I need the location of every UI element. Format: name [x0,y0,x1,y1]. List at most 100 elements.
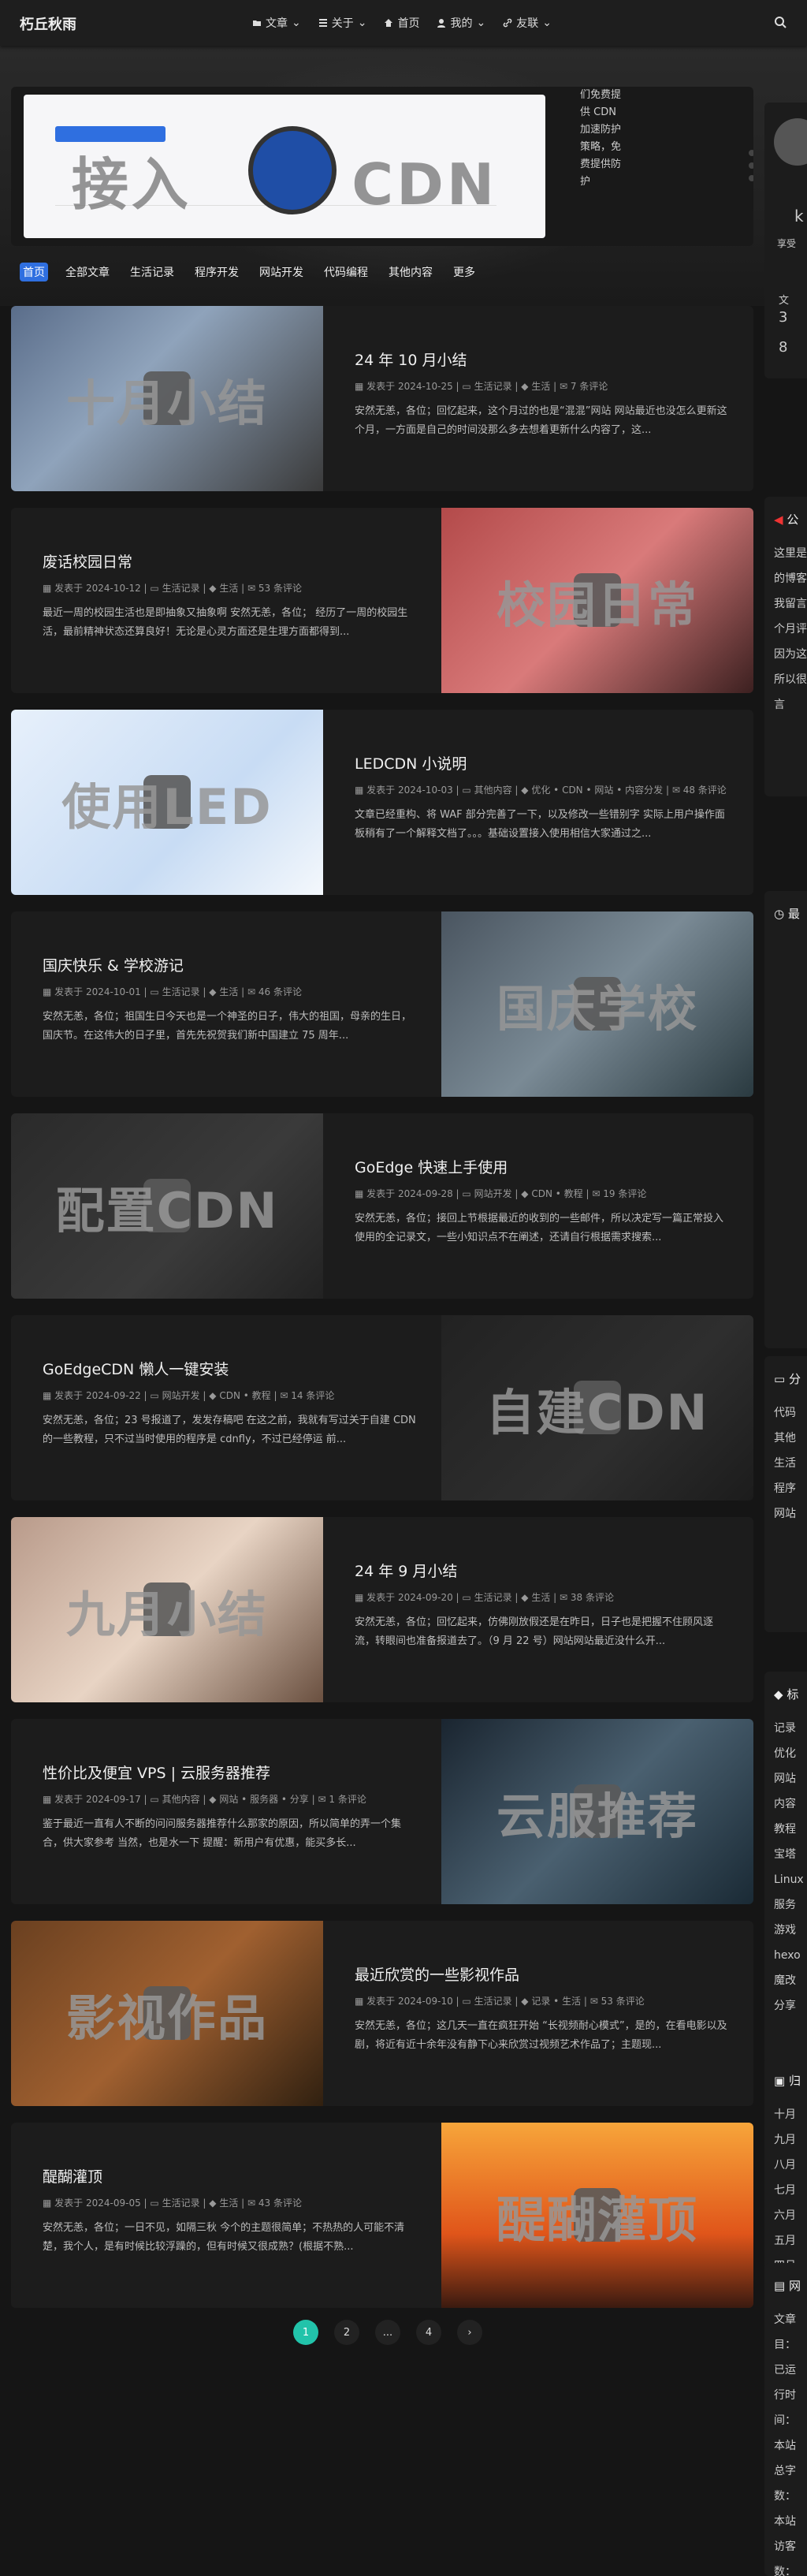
post-card[interactable]: 醍醐灌顶 醍醐灌顶 ▦ 发表于 2024-09-05 | ▭ 生活记录 | ◆ 生活… [11,2123,753,2308]
featured-banner[interactable]: 接入 CDN 们免费提供 CDN 加速防护策略，免费提供防护 [11,87,753,246]
post-tag[interactable]: 教程 [252,1390,271,1401]
post-tag[interactable]: CDN [219,1390,240,1401]
post-title[interactable]: GoEdge 快速上手使用 [355,1156,508,1177]
tag-item[interactable]: 优化 [764,1741,804,1766]
tab-web-dev[interactable]: 网站开发 [256,263,307,281]
post-tag[interactable]: 网站 [219,1794,238,1805]
category-item[interactable]: 代码 [764,1400,796,1426]
nav-item-mine[interactable]: 我的 ⌄ [437,15,485,31]
post-title[interactable]: LEDCDN 小说明 [355,752,467,774]
post-comments[interactable]: 53 条评论 [601,1996,645,2007]
post-title[interactable]: 24 年 10 月小结 [355,349,467,370]
post-category[interactable]: 生活记录 [162,986,200,997]
post-category[interactable]: 生活记录 [162,583,200,594]
post-tag[interactable]: 内容分发 [625,785,663,796]
post-title[interactable]: 性价比及便宜 VPS | 云服务器推荐 [43,1761,270,1783]
banner-dot[interactable] [749,150,753,156]
post-tag[interactable]: 生活 [219,986,238,997]
tag-item[interactable]: 分享 [764,1993,804,2019]
post-card[interactable]: 使用LED LEDCDN 小说明 ▦ 发表于 2024-10-03 | ▭ 其他内容… [11,710,753,895]
post-tag[interactable]: 生活 [219,2198,238,2209]
post-thumbnail[interactable]: 九月小结 [11,1517,323,1702]
tag-item[interactable]: 游戏 [764,1918,804,1943]
page-4[interactable]: 4 [416,2320,441,2345]
post-card[interactable]: 九月小结 24 年 9 月小结 ▦ 发表于 2024-09-20 | ▭ 生活记录 … [11,1517,753,1702]
post-tag[interactable]: 生活 [531,1592,550,1603]
post-card[interactable]: 配置CDN GoEdge 快速上手使用 ▦ 发表于 2024-09-28 | ▭ 网… [11,1113,753,1299]
category-item[interactable]: 其他 [764,1426,796,1451]
archive-item[interactable]: 六月 [764,2203,796,2228]
tag-item[interactable]: 宝塔 [764,1842,804,1867]
tab-coding[interactable]: 代码编程 [321,263,371,281]
post-card[interactable]: 校园日常 废话校园日常 ▦ 发表于 2024-10-12 | ▭ 生活记录 | ◆ … [11,508,753,693]
post-comments[interactable]: 19 条评论 [603,1188,646,1199]
post-thumbnail[interactable]: 使用LED [11,710,323,895]
tab-other[interactable]: 其他内容 [385,263,436,281]
post-thumbnail[interactable]: 国庆学校 [441,911,753,1097]
tab-home[interactable]: 首页 [20,263,48,281]
archive-item[interactable]: 七月 [764,2178,796,2203]
post-thumbnail[interactable]: 醍醐灌顶 [441,2123,753,2308]
post-comments[interactable]: 46 条评论 [258,986,302,997]
tag-item[interactable]: 魔改 [764,1968,804,1993]
post-category[interactable]: 生活记录 [162,2198,200,2209]
post-thumbnail[interactable]: 十月小结 [11,306,323,491]
search-icon[interactable] [774,16,787,28]
tag-item[interactable]: 服务 [764,1892,804,1918]
post-category[interactable]: 网站开发 [162,1390,200,1401]
post-card[interactable]: 国庆学校 国庆快乐 & 学校游记 ▦ 发表于 2024-10-01 | ▭ 生活记录… [11,911,753,1097]
archive-item[interactable]: 五月 [764,2228,796,2254]
post-card[interactable]: 自建CDN GoEdgeCDN 懒人一键安装 ▦ 发表于 2024-09-22 | … [11,1315,753,1500]
post-title[interactable]: 24 年 9 月小结 [355,1560,457,1581]
nav-item-home[interactable]: 首页 [384,15,419,31]
post-thumbnail[interactable]: 配置CDN [11,1113,323,1299]
tag-item[interactable]: hexo [764,1943,804,1968]
post-comments[interactable]: 14 条评论 [291,1390,334,1401]
post-thumbnail[interactable]: 自建CDN [441,1315,753,1500]
post-tag[interactable]: 服务器 [250,1794,278,1805]
banner-dot[interactable] [749,175,753,181]
post-tag[interactable]: 教程 [564,1188,583,1199]
post-category[interactable]: 其他内容 [162,1794,200,1805]
post-thumbnail[interactable]: 校园日常 [441,508,753,693]
post-card[interactable]: 影视作品 最近欣赏的一些影视作品 ▦ 发表于 2024-09-10 | ▭ 生活记录… [11,1921,753,2106]
post-category[interactable]: 其他内容 [474,785,512,796]
post-tag[interactable]: 生活 [219,583,238,594]
post-title[interactable]: GoEdgeCDN 懒人一键安装 [43,1358,229,1379]
nav-item-articles[interactable]: 文章 ⌄ [252,15,301,31]
archive-item[interactable]: 九月 [764,2127,796,2153]
site-brand[interactable]: 朽丘秋雨 [20,13,76,34]
archive-item[interactable]: 十月 [764,2102,796,2127]
banner-dot[interactable] [749,162,753,169]
post-comments[interactable]: 53 条评论 [258,583,302,594]
post-tag[interactable]: CDN [562,785,583,796]
tag-item[interactable]: Linux [764,1867,804,1892]
post-category[interactable]: 生活记录 [474,1592,512,1603]
tab-more[interactable]: 更多 [450,263,478,281]
post-category[interactable]: 生活记录 [474,1996,512,2007]
post-card[interactable]: 十月小结 24 年 10 月小结 ▦ 发表于 2024-10-25 | ▭ 生活记录… [11,306,753,491]
post-card[interactable]: 云服推荐 性价比及便宜 VPS | 云服务器推荐 ▦ 发表于 2024-09-17 … [11,1719,753,1904]
post-comments[interactable]: 38 条评论 [571,1592,614,1603]
post-thumbnail[interactable]: 影视作品 [11,1921,323,2106]
avatar[interactable] [774,118,807,166]
post-comments[interactable]: 48 条评论 [683,785,727,796]
category-item[interactable]: 网站 [764,1501,796,1527]
post-tag[interactable]: 生活 [562,1996,581,2007]
tab-life[interactable]: 生活记录 [127,263,177,281]
nav-item-friends[interactable]: 友联 ⌄ [503,15,552,31]
post-category[interactable]: 生活记录 [474,381,512,392]
tag-item[interactable]: 内容 [764,1791,804,1817]
post-category[interactable]: 网站开发 [474,1188,512,1199]
category-item[interactable]: 生活 [764,1451,796,1476]
tab-programming[interactable]: 程序开发 [192,263,242,281]
next-page-button[interactable]: › [457,2320,482,2345]
post-tag[interactable]: 优化 [531,785,550,796]
banner-pagination[interactable] [749,150,753,188]
archive-item[interactable]: 八月 [764,2153,796,2178]
post-tag[interactable]: CDN [531,1188,552,1199]
tag-item[interactable]: 记录 [764,1716,804,1741]
post-title[interactable]: 最近欣赏的一些影视作品 [355,1963,519,1985]
post-comments[interactable]: 1 条评论 [329,1794,366,1805]
page-1[interactable]: 1 [293,2320,318,2345]
